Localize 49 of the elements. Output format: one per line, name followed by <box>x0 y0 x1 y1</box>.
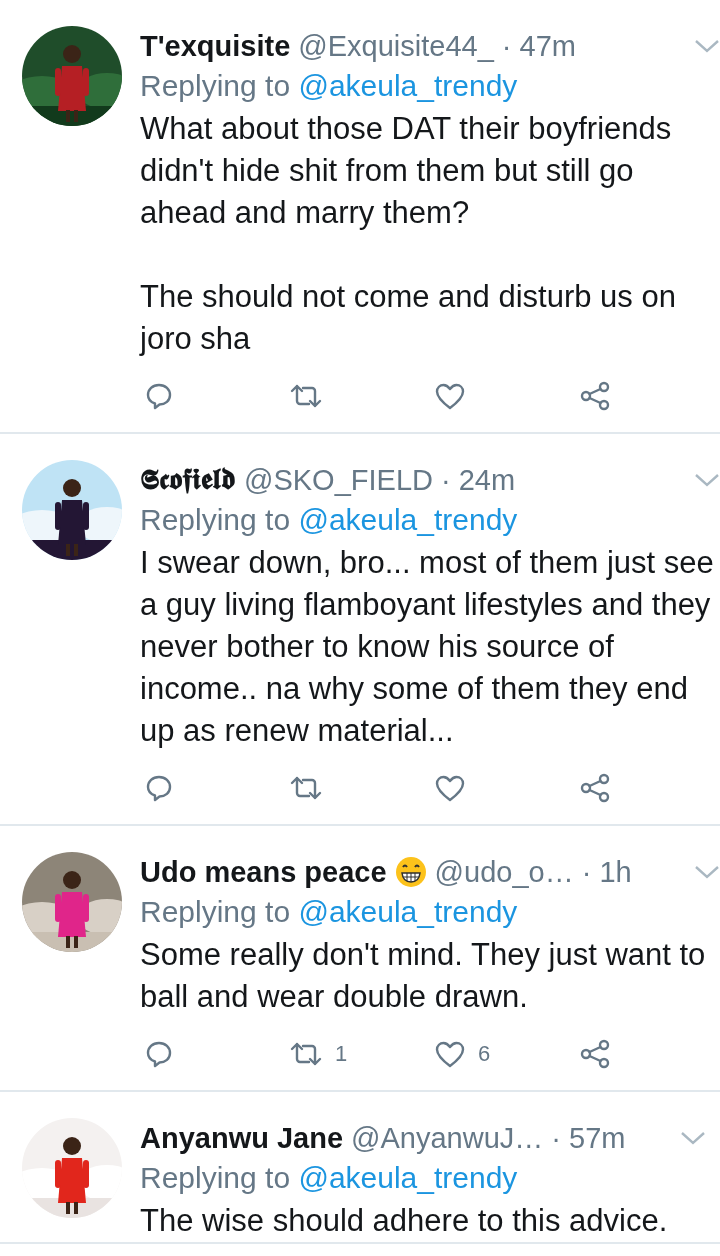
reply-button[interactable] <box>144 773 174 803</box>
reply-icon <box>144 1039 174 1069</box>
reply-button[interactable] <box>144 381 174 411</box>
user-handle: @SKO_FIELD <box>244 463 433 497</box>
share-button[interactable] <box>579 773 611 803</box>
mention-link[interactable]: @akeula_trendy <box>298 1161 518 1194</box>
retweet-button[interactable]: 1 <box>289 1040 348 1068</box>
share-icon <box>579 773 611 803</box>
like-button[interactable] <box>434 382 466 410</box>
replying-to-line: Replying to @akeula_trendy <box>140 502 519 538</box>
share-icon <box>579 381 611 411</box>
tweet-text: The should not come and disturb us on joro sha <box>140 278 677 358</box>
heart-icon <box>434 1040 466 1068</box>
tweet-text: Some really don't mind. They just want to ball and wear double drawn. <box>140 936 707 1016</box>
tweet-time: · 24m <box>441 463 516 497</box>
tweet-text: The wise should adhere to this advice. <box>140 1202 669 1240</box>
reply-button[interactable] <box>144 1039 174 1069</box>
replying-to-line: Replying to @akeula_trendy <box>140 1160 519 1196</box>
tweet-time: · 1h <box>581 855 632 889</box>
share-button[interactable] <box>579 1039 611 1069</box>
share-icon <box>579 1039 611 1069</box>
like-button[interactable]: 6 <box>434 1040 491 1068</box>
tweet-text: What about those DAT their boyfriends didn't hide shit from them but still go ahead and marry them? <box>140 110 673 232</box>
display-name: T'exquisite <box>140 29 291 63</box>
replying-to-line: Replying to @akeula_trendy <box>140 894 519 930</box>
heart-icon <box>434 382 466 410</box>
reply-icon <box>144 381 174 411</box>
display-name: 𝕾𝖈𝖔𝖋𝖎𝖊𝖑𝖉 <box>140 463 236 497</box>
retweet-icon <box>289 382 323 410</box>
tweet-text: I swear down, bro... most of them just see a guy living flamboyant lifestyles and they never bother to know his source of income.. na why some of them they end up as renew material... <box>140 544 715 750</box>
share-button[interactable] <box>579 381 611 411</box>
mention-link[interactable]: @akeula_trendy <box>298 69 518 102</box>
reply-icon <box>144 773 174 803</box>
heart-icon <box>434 774 466 802</box>
user-handle: @AnyanwuJ… <box>351 1121 544 1155</box>
retweet-icon <box>289 1040 323 1068</box>
tweet-time: · 47m <box>501 29 576 63</box>
like-button[interactable] <box>434 774 466 802</box>
display-name: Udo means peace <box>140 855 387 889</box>
tweet-time: · 57m <box>551 1121 626 1155</box>
retweet-button[interactable] <box>289 382 323 410</box>
retweet-icon <box>289 774 323 802</box>
user-handle: @Exquisite44_ <box>298 29 494 63</box>
user-handle: @udo_o… <box>434 855 574 889</box>
display-name: Anyanwu Jane <box>140 1121 344 1155</box>
replying-to-line: Replying to @akeula_trendy <box>140 68 519 104</box>
mention-link[interactable]: @akeula_trendy <box>298 895 518 928</box>
retweet-button[interactable] <box>289 774 323 802</box>
mention-link[interactable]: @akeula_trendy <box>298 503 518 536</box>
